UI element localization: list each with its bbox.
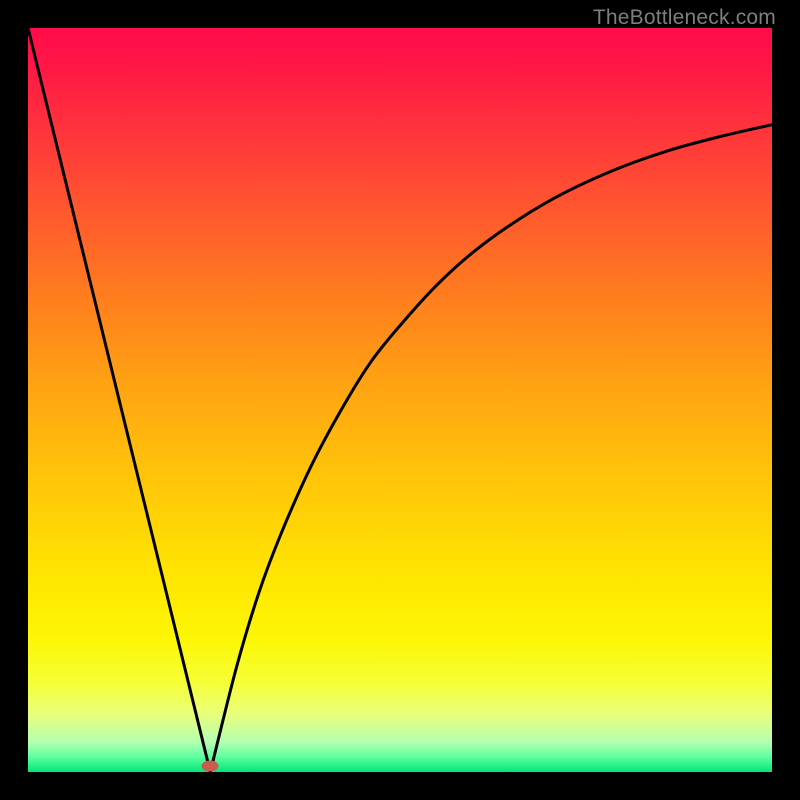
optimal-point-marker <box>202 761 219 772</box>
curve-right-branch <box>210 125 772 772</box>
curve-left-branch <box>28 28 210 772</box>
watermark-text: TheBottleneck.com <box>593 6 776 30</box>
bottleneck-curve <box>28 28 772 772</box>
chart-plot-area <box>28 28 772 772</box>
